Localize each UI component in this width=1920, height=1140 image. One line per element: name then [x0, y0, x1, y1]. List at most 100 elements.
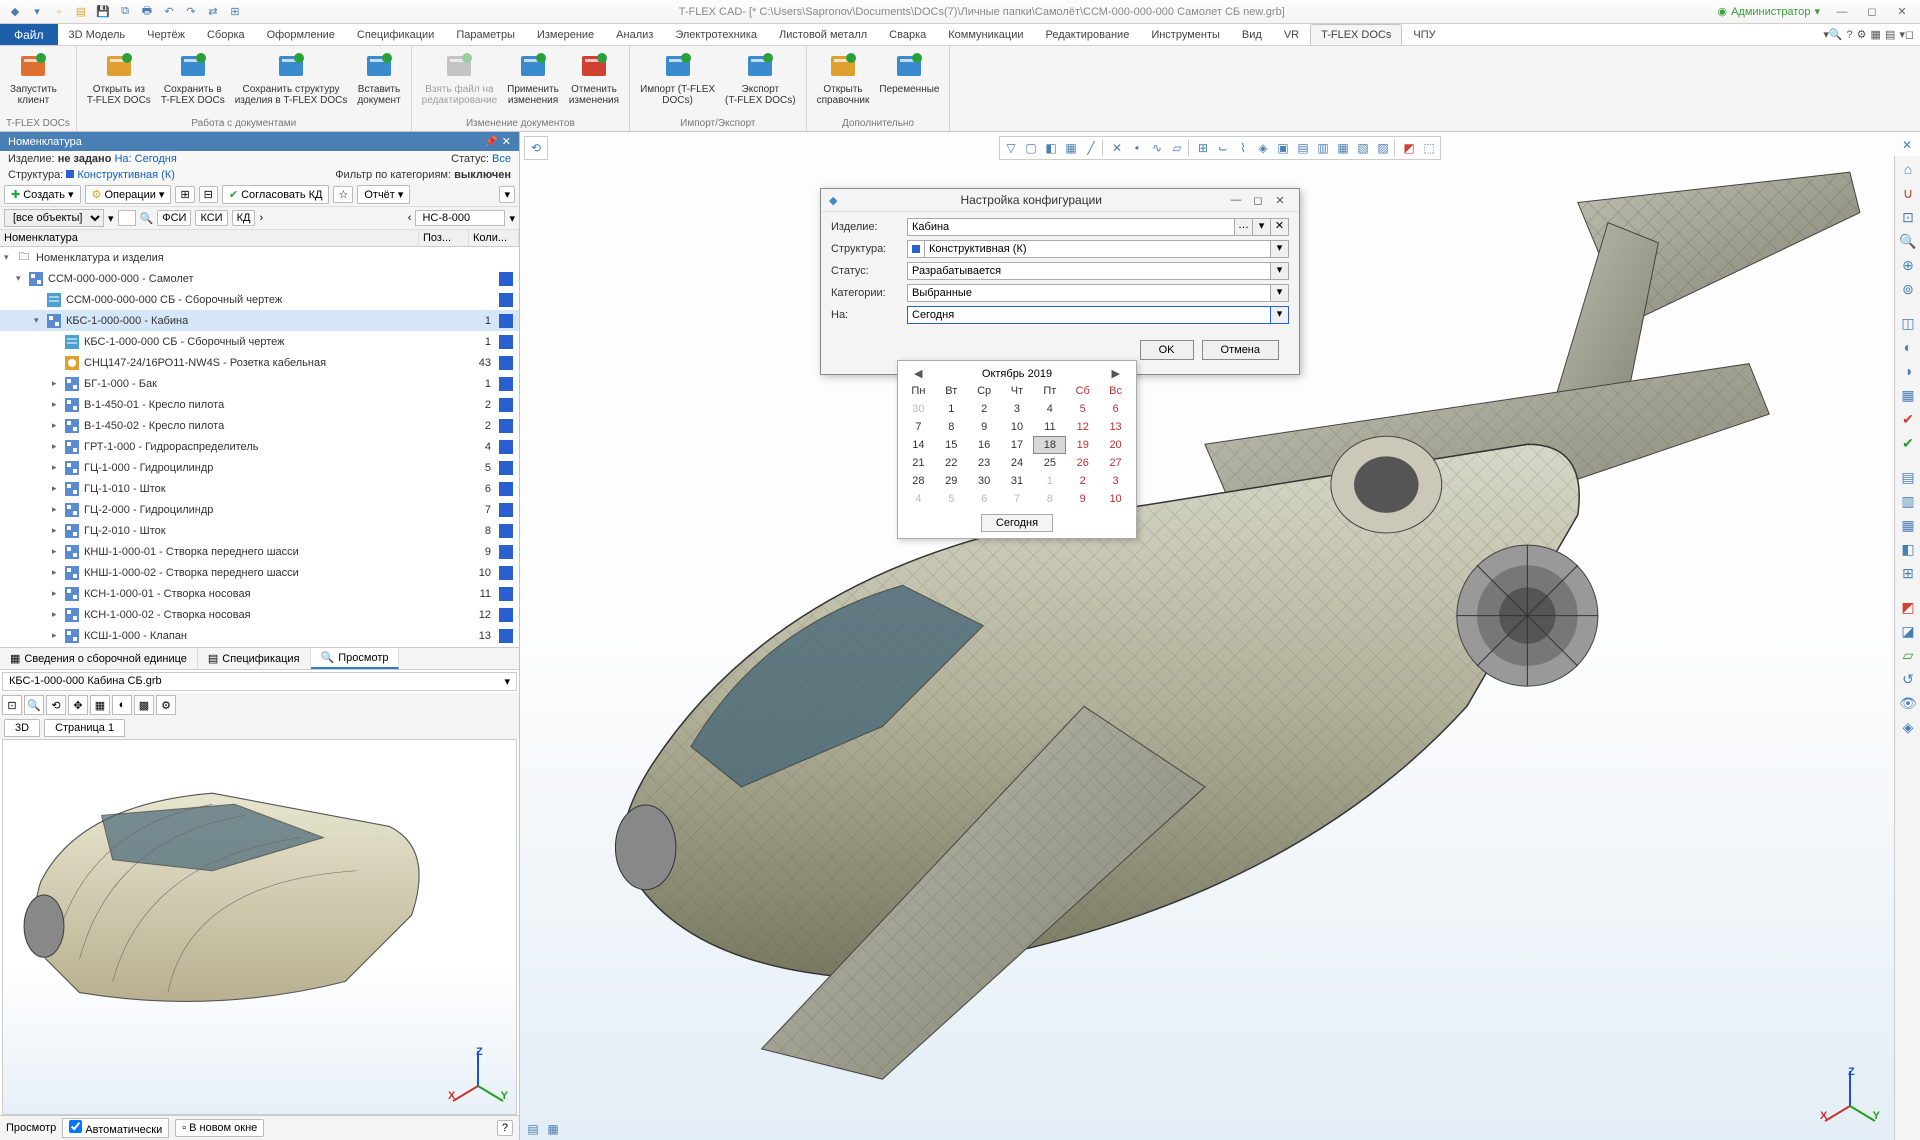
rt-clip1-icon[interactable]: ◩ [1897, 596, 1919, 618]
rt-magnet-icon[interactable]: ∪ [1897, 182, 1919, 204]
filter-scope-select[interactable]: [все объекты] [4, 209, 104, 227]
qat-print-icon[interactable]: 🖶 [138, 3, 156, 21]
cal-day[interactable]: 13 [1099, 418, 1132, 436]
vt-sel-icon[interactable]: ▢ [1022, 139, 1040, 157]
cal-day[interactable]: 27 [1099, 454, 1132, 472]
tree-row[interactable]: ▸В-1-450-02 - Кресло пилота2 [0, 415, 519, 436]
rt-shade2-icon[interactable]: ◑ [1897, 360, 1919, 382]
cal-day[interactable]: 28 [902, 472, 935, 490]
cal-day[interactable]: 30 [902, 400, 935, 418]
maximize-button[interactable]: ◻ [1858, 3, 1886, 21]
tree-row[interactable]: ▾КБС-1-000-000 - Кабина1 [0, 310, 519, 331]
tree-row[interactable]: ▸ГЦ-2-010 - Шток8 [0, 520, 519, 541]
rt-reset-icon[interactable]: ↺ [1897, 668, 1919, 690]
panel-icon[interactable]: ▤ [1885, 28, 1895, 41]
tree-row[interactable]: КБС-1-000-000 СБ - Сборочный чертеж1 [0, 331, 519, 352]
tree-row[interactable]: ▸ГЦ-2-000 - Гидроцилиндр7 [0, 499, 519, 520]
cal-day[interactable]: 23 [968, 454, 1001, 472]
nomenclature-tree[interactable]: ▾🗀 Номенклатура и изделия ▾ССМ-000-000-0… [0, 247, 519, 647]
approve-button[interactable]: ✔Согласовать КД [222, 185, 330, 204]
operations-button[interactable]: ⚙Операции ▾ [85, 185, 172, 204]
expand-icon[interactable]: ▸ [52, 399, 64, 410]
collapse-ribbon-icon[interactable]: ▾◻ [1899, 28, 1914, 41]
search-icon[interactable]: ▾🔍 [1823, 28, 1842, 41]
ribbon-btn[interactable]: Экспорт (T-FLEX DOCs) [721, 48, 800, 116]
vt-solid4-icon[interactable]: ▦ [1334, 139, 1352, 157]
tab-preview[interactable]: 🔍 Просмотр [311, 648, 400, 669]
pv-zoom-icon[interactable]: 🔍 [24, 695, 44, 715]
vt-solid6-icon[interactable]: ▨ [1374, 139, 1392, 157]
cal-day[interactable]: 19 [1066, 436, 1099, 454]
tree-row[interactable]: ▸ГРТ-1-000 - Гидрораспределитель4 [0, 436, 519, 457]
footer-help-button[interactable]: ? [497, 1120, 513, 1136]
vt-plane-icon[interactable]: ▱ [1168, 139, 1186, 157]
vt-win-icon[interactable]: ⊞ [1194, 139, 1212, 157]
ribbon-btn[interactable]: Отменить изменения [565, 48, 623, 116]
menu-item-12[interactable]: Редактирование [1035, 24, 1141, 45]
on-value[interactable]: Сегодня [135, 153, 177, 165]
menu-item-13[interactable]: Инструменты [1140, 24, 1231, 45]
cal-day[interactable]: 1 [1033, 472, 1066, 490]
tree-row[interactable]: ССМ-000-000-000 СБ - Сборочный чертеж [0, 289, 519, 310]
rt-check-icon[interactable]: ✔ [1897, 408, 1919, 430]
dlg-status-field[interactable] [907, 262, 1271, 280]
cal-day[interactable]: 31 [1001, 472, 1034, 490]
tag-kd[interactable]: КД [232, 210, 256, 226]
filter-dropdown-icon[interactable]: ▾ [108, 212, 114, 225]
pv-fit-icon[interactable]: ⊡ [2, 695, 22, 715]
admin-badge[interactable]: ◉ Администратор ▾ [1717, 5, 1820, 18]
qat-save-icon[interactable]: 💾 [94, 3, 112, 21]
expand-icon[interactable]: ▸ [52, 546, 64, 557]
cal-day[interactable]: 9 [1066, 490, 1099, 508]
status-value[interactable]: Все [492, 153, 511, 165]
expand-icon[interactable]: ▸ [52, 630, 64, 641]
menu-item-4[interactable]: Спецификации [346, 24, 445, 45]
menu-item-11[interactable]: Коммуникации [937, 24, 1034, 45]
dlg-product-field[interactable] [907, 218, 1235, 236]
expand-icon[interactable]: ▾ [16, 273, 28, 284]
dialog-titlebar[interactable]: ◆ Настройка конфигурации — ◻ ✕ [821, 189, 1299, 212]
cal-day[interactable]: 15 [935, 436, 968, 454]
on-label[interactable]: На: [114, 153, 131, 165]
pv-pan-icon[interactable]: ✥ [68, 695, 88, 715]
pv-rotate-icon[interactable]: ⟲ [46, 695, 66, 715]
panel-menu-button[interactable]: ▾ [499, 186, 515, 203]
tree-row[interactable]: ▸ГЦ-1-000 - Гидроцилиндр5 [0, 457, 519, 478]
tree-row[interactable]: ▸КСШ-1-000 - Клапан13 [0, 625, 519, 646]
panel-pin-icon[interactable]: 📌 [484, 135, 498, 148]
tab-spec[interactable]: ▤ Спецификация [198, 648, 311, 669]
cal-day[interactable]: 2 [968, 400, 1001, 418]
tree-row[interactable]: ▸КСН-1-000-01 - Створка носовая11 [0, 583, 519, 604]
menu-item-3[interactable]: Оформление [256, 24, 346, 45]
menu-item-9[interactable]: Листовой металл [768, 24, 878, 45]
crumb-next-icon[interactable]: › [259, 212, 263, 224]
auto-checkbox[interactable]: Автоматически [62, 1118, 169, 1138]
filter-search-input[interactable] [118, 210, 136, 226]
tab-details[interactable]: ▦ Сведения о сборочной единице [0, 648, 198, 669]
crumb-prev-icon[interactable]: ‹ [408, 212, 412, 224]
cal-day[interactable]: 8 [935, 418, 968, 436]
menu-item-14[interactable]: Вид [1231, 24, 1273, 45]
dlg-struct-field[interactable] [924, 240, 1271, 258]
rt-clip2-icon[interactable]: ◪ [1897, 620, 1919, 642]
rt-fit-icon[interactable]: ⊡ [1897, 206, 1919, 228]
rt-check2-icon[interactable]: ✔ [1897, 432, 1919, 454]
rt-shade1-icon[interactable]: ◐ [1897, 336, 1919, 358]
menu-item-17[interactable]: ЧПУ [1402, 24, 1446, 45]
ribbon-btn[interactable]: Сохранить структуру изделия в T-FLEX DOC… [231, 48, 352, 116]
vt-solid1-icon[interactable]: ▣ [1274, 139, 1292, 157]
cal-day[interactable]: 25 [1033, 454, 1066, 472]
cal-day[interactable]: 7 [1001, 490, 1034, 508]
rt-cube-icon[interactable]: ◧ [1897, 538, 1919, 560]
cal-day[interactable]: 10 [1001, 418, 1034, 436]
col-pos[interactable]: Поз... [419, 230, 469, 246]
cal-day[interactable]: 24 [1001, 454, 1034, 472]
expand-icon[interactable]: ▾ [34, 315, 46, 326]
cal-day[interactable]: 3 [1001, 400, 1034, 418]
vt-solid2-icon[interactable]: ▤ [1294, 139, 1312, 157]
tree-row[interactable]: ▸БГ-1-000 - Бак1 [0, 373, 519, 394]
expand-icon[interactable]: ▸ [52, 609, 64, 620]
cal-day[interactable]: 5 [935, 490, 968, 508]
rt-layer1-icon[interactable]: ▤ [1897, 466, 1919, 488]
vt-curve-icon[interactable]: ∿ [1148, 139, 1166, 157]
